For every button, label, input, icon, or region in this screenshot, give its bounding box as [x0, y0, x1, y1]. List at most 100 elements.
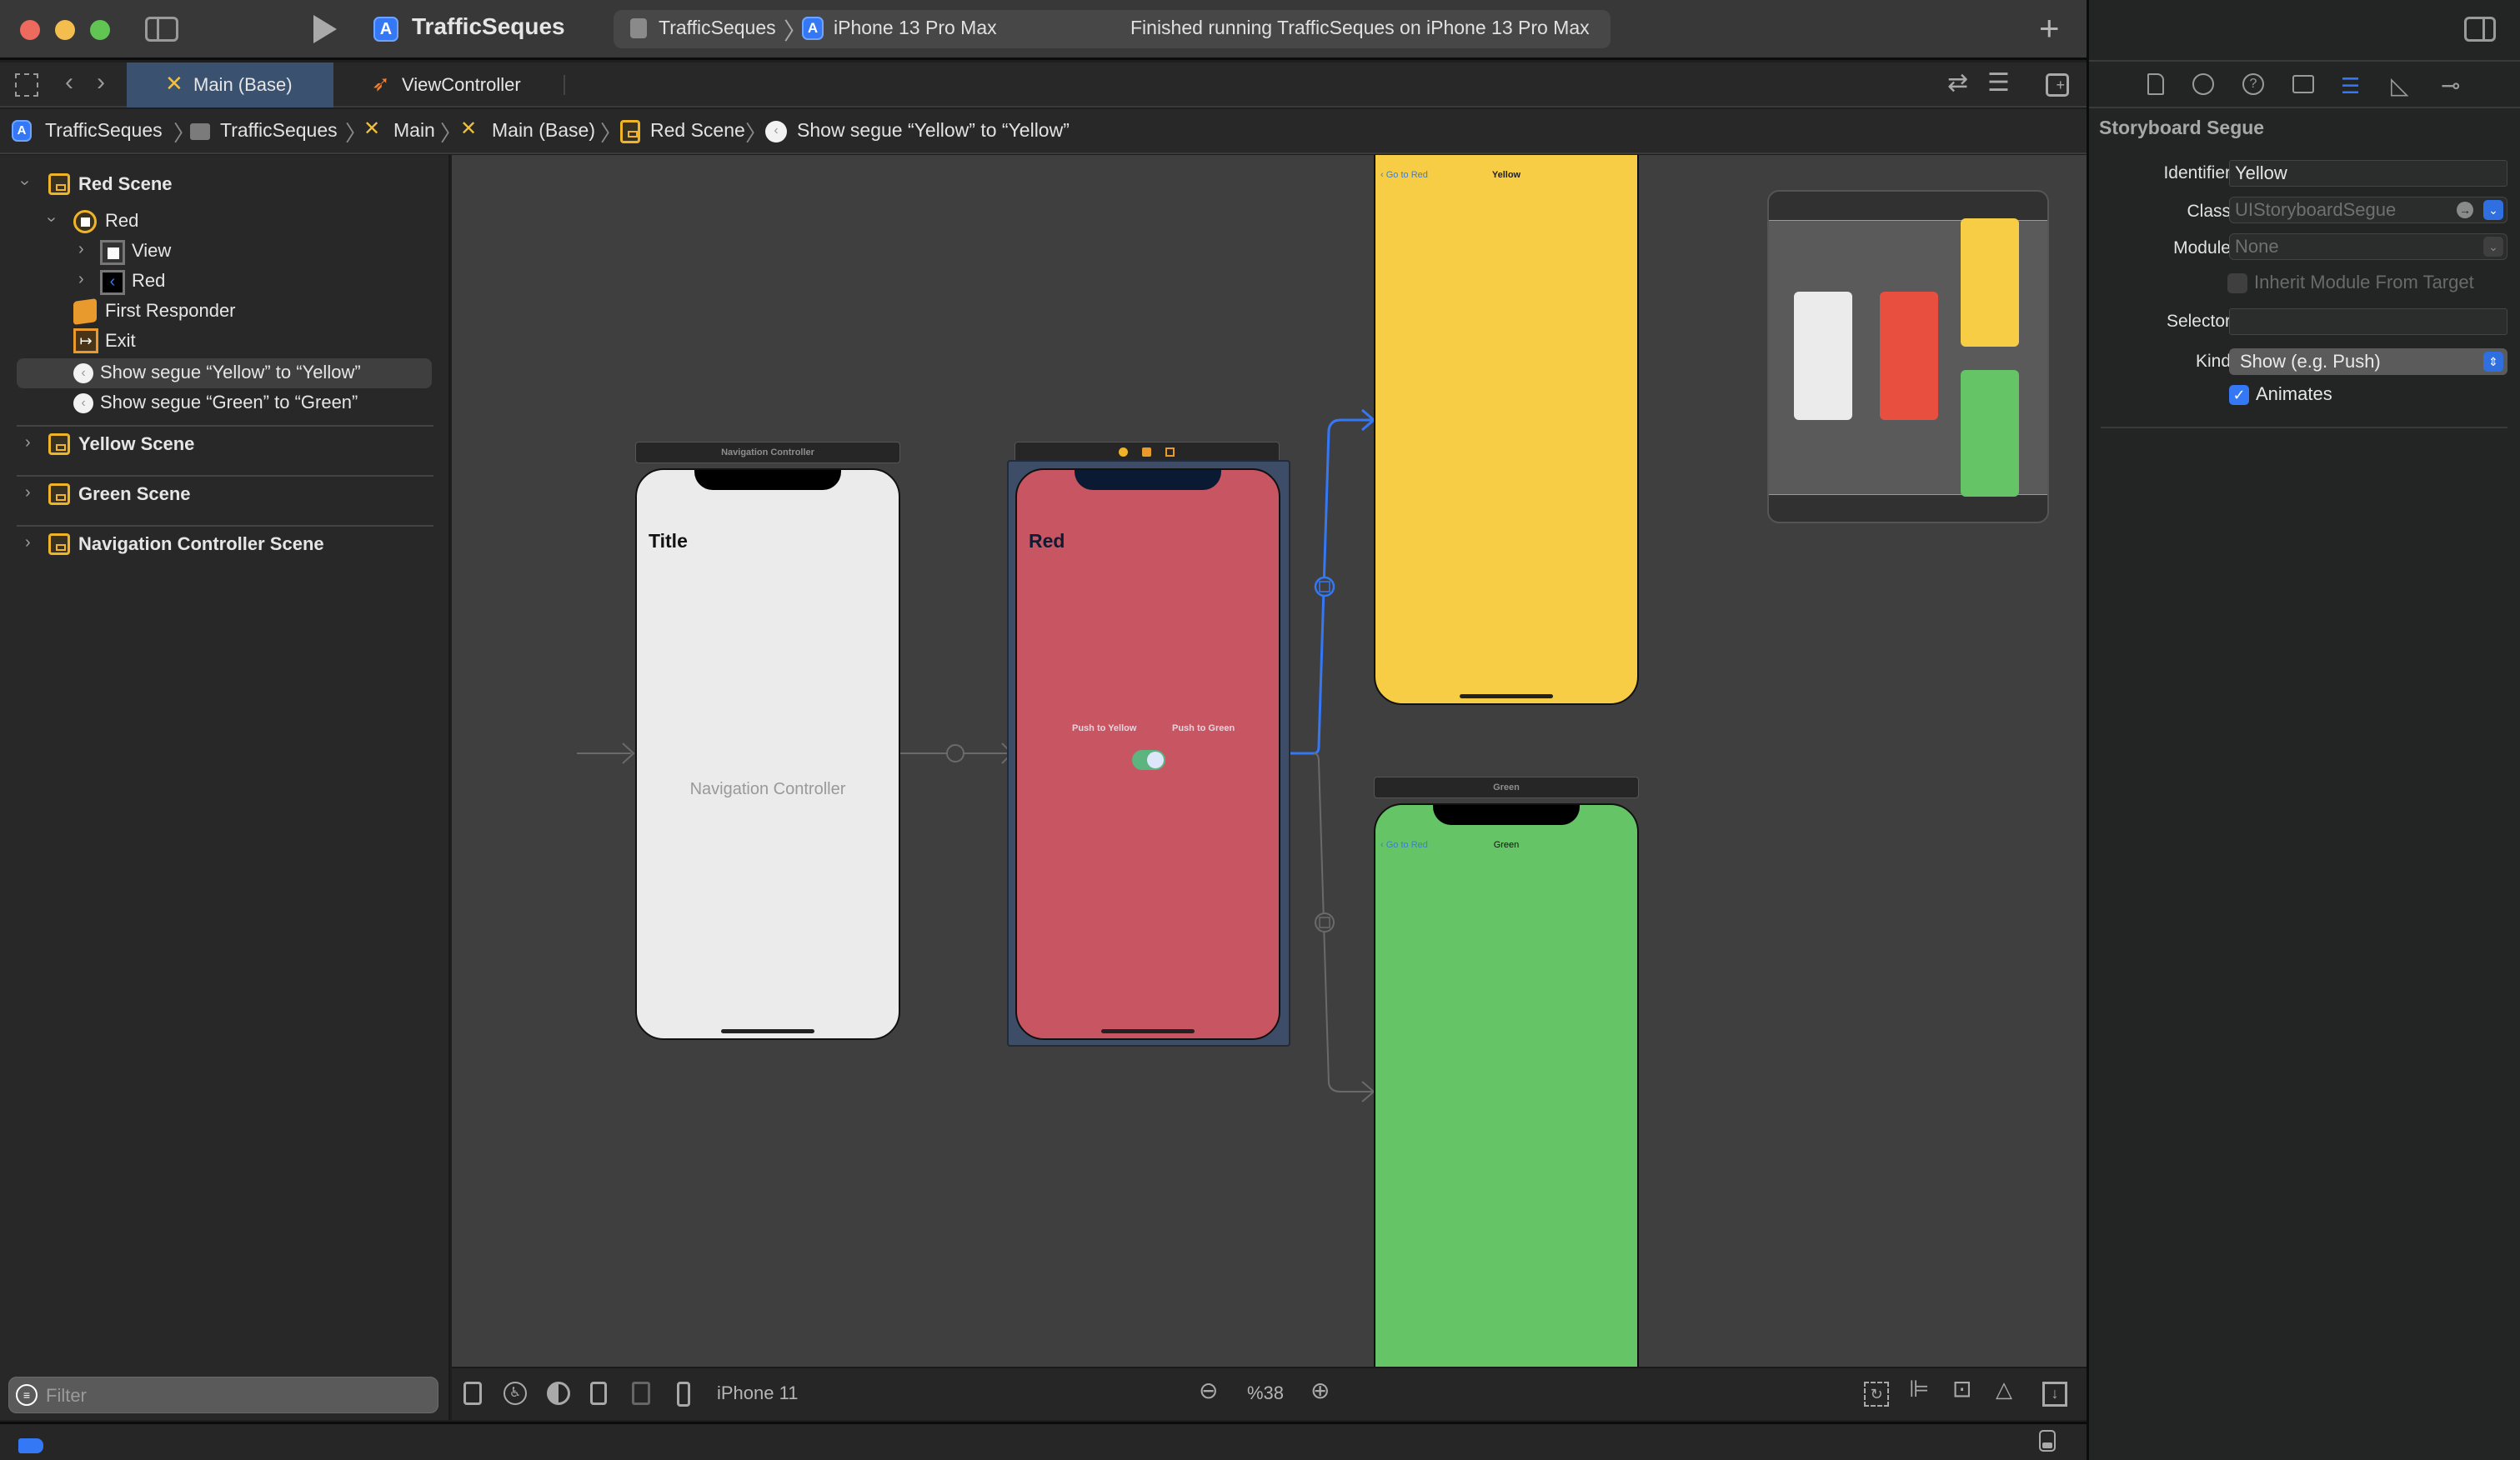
editor-options-icon[interactable]: ☰	[1987, 68, 2010, 98]
identifier-field[interactable]: Yellow	[2229, 160, 2507, 187]
folder-icon	[190, 123, 210, 140]
disclosure-closed-icon[interactable]: ›	[25, 533, 31, 552]
related-items-icon[interactable]	[15, 73, 38, 97]
first-responder-dock-icon[interactable]	[1142, 448, 1151, 457]
outline-row-yellow-scene[interactable]: › Yellow Scene	[0, 430, 450, 460]
align-icon[interactable]: ⊫	[1909, 1375, 1929, 1402]
orientation-icon[interactable]	[590, 1382, 607, 1405]
zoom-window-button[interactable]	[90, 20, 110, 40]
embed-in-icon[interactable]: ↓	[2042, 1382, 2067, 1407]
update-frames-icon[interactable]: ↻	[1864, 1382, 1889, 1407]
outline-row-segue-yellow[interactable]: ‹ Show segue “Yellow” to “Yellow”	[17, 358, 432, 388]
close-window-button[interactable]	[20, 20, 40, 40]
green-scene[interactable]: ‹ Go to Red Green	[1374, 803, 1639, 1367]
attributes-inspector-icon[interactable]: ☰	[2341, 73, 2360, 99]
zoom-level[interactable]: %38	[1247, 1382, 1284, 1404]
outline-row-navigation-item[interactable]: › ‹ Red	[0, 267, 450, 297]
animates-checkbox[interactable]: ✓	[2229, 385, 2249, 405]
swap-editor-icon[interactable]: ⇄	[1947, 68, 1968, 98]
outline-toggle-icon[interactable]	[463, 1382, 482, 1405]
breadcrumb-item-main[interactable]: Main	[393, 119, 435, 142]
zoom-in-icon[interactable]: ⊕	[1310, 1377, 1330, 1404]
outline-row-red-vc[interactable]: › Red	[0, 207, 450, 237]
view-controller-icon	[73, 210, 97, 233]
inherit-module-checkbox[interactable]	[2227, 273, 2247, 293]
disclosure-closed-icon[interactable]: ›	[25, 483, 31, 502]
breadcrumb-item-main-base[interactable]: Main (Base)	[492, 119, 595, 142]
outline-row-view[interactable]: › View	[0, 237, 450, 267]
disclosure-closed-icon[interactable]: ›	[78, 270, 84, 289]
canvas-minimap[interactable]	[1767, 190, 2049, 523]
minimize-window-button[interactable]	[55, 20, 75, 40]
navigate-to-class-icon[interactable]: →	[2457, 202, 2473, 218]
disclosure-closed-icon[interactable]: ›	[78, 240, 84, 259]
kind-popup-arrows-icon[interactable]: ⇕	[2483, 352, 2503, 372]
outline-row-red-scene[interactable]: › Red Scene	[0, 170, 450, 200]
outline-row-nav-controller-scene[interactable]: › Navigation Controller Scene	[0, 530, 450, 560]
add-constraints-icon[interactable]: ⊡	[1952, 1375, 1971, 1402]
module-dropdown-icon[interactable]: ⌄	[2483, 237, 2503, 257]
forward-nav-icon[interactable]: ›	[97, 68, 105, 97]
storyboard-icon: ✕	[460, 118, 478, 140]
scheme-selector[interactable]: TrafficSeques	[659, 17, 776, 39]
outline-label: Show segue “Yellow” to “Yellow”	[100, 362, 361, 382]
red-scene[interactable]: Red Push to Yellow Push to Green	[1015, 468, 1280, 1040]
add-editor-icon[interactable]: +	[2046, 73, 2069, 97]
push-to-green-button[interactable]: Push to Green	[1172, 723, 1235, 733]
zoom-out-icon[interactable]: ⊖	[1199, 1377, 1218, 1404]
home-indicator	[1101, 1029, 1195, 1033]
outline-row-exit[interactable]: ↦ Exit	[0, 327, 450, 357]
disclosure-open-icon[interactable]: ›	[15, 180, 34, 186]
device-selector[interactable]: iPhone 11	[717, 1382, 798, 1404]
breakpoints-toggle-icon[interactable]	[18, 1438, 43, 1453]
toggle-debug-area-icon[interactable]	[2039, 1430, 2056, 1452]
outline-row-segue-green[interactable]: ‹ Show segue “Green” to “Green”	[0, 388, 450, 418]
size-classes-icon[interactable]	[632, 1382, 650, 1405]
file-inspector-icon[interactable]	[2147, 73, 2164, 95]
exit-dock-icon[interactable]	[1165, 448, 1175, 457]
yellow-scene[interactable]: ‹ Go to Red Yellow	[1374, 155, 1639, 705]
accessibility-icon[interactable]: ♿	[503, 1382, 527, 1405]
history-inspector-icon[interactable]	[2192, 73, 2214, 95]
resolve-issues-icon[interactable]: △	[1996, 1377, 2012, 1402]
module-field[interactable]: None ⌄	[2229, 233, 2507, 260]
selector-field[interactable]	[2229, 308, 2507, 335]
storyboard-icon: ✕	[363, 118, 381, 140]
outline-row-first-responder[interactable]: First Responder	[0, 297, 450, 327]
storyboard-canvas[interactable]: Navigation Controller Title Navigation C…	[452, 155, 2087, 1367]
tab-main-base[interactable]: ✕ Main (Base)	[127, 62, 333, 108]
toggle-navigator-icon[interactable]	[145, 17, 178, 42]
tab-viewcontroller[interactable]: ➶ ViewController	[333, 62, 567, 108]
scheme-icon	[630, 18, 647, 38]
class-dropdown-icon[interactable]: ⌄	[2483, 200, 2503, 220]
connections-inspector-icon[interactable]: ⊸	[2441, 72, 2460, 99]
disclosure-closed-icon[interactable]: ›	[25, 433, 31, 452]
green-scene-bar[interactable]: Green	[1374, 777, 1639, 798]
appearance-icon[interactable]	[547, 1382, 570, 1405]
class-field[interactable]: UIStoryboardSegue → ⌄	[2229, 197, 2507, 223]
toggle-switch[interactable]	[1132, 750, 1165, 770]
identity-inspector-icon[interactable]	[2292, 75, 2314, 93]
back-nav-icon[interactable]: ‹	[65, 68, 73, 97]
breadcrumb-item-segue[interactable]: Show segue “Yellow” to “Yellow”	[797, 119, 1070, 142]
help-inspector-icon[interactable]: ?	[2242, 73, 2264, 95]
destination-selector[interactable]: iPhone 13 Pro Max	[834, 17, 997, 39]
vc-dock-icon[interactable]	[1119, 448, 1128, 457]
nav-controller-scene-bar[interactable]: Navigation Controller	[635, 442, 900, 463]
breadcrumb-item-group[interactable]: TrafficSeques	[220, 119, 338, 142]
breadcrumb-item-red-scene[interactable]: Red Scene	[650, 119, 745, 142]
device-icon[interactable]	[677, 1382, 690, 1407]
scene-icon	[48, 483, 70, 505]
push-to-yellow-button[interactable]: Push to Yellow	[1072, 723, 1136, 733]
toggle-inspector-icon[interactable]	[2464, 17, 2496, 42]
disclosure-open-icon[interactable]: ›	[42, 217, 61, 222]
nav-title: Yellow	[1491, 170, 1521, 180]
size-inspector-icon[interactable]: ◺	[2391, 72, 2409, 99]
outline-filter-field[interactable]: ≡ Filter	[8, 1377, 438, 1413]
run-button[interactable]	[313, 15, 337, 43]
outline-row-green-scene[interactable]: › Green Scene	[0, 480, 450, 510]
breadcrumb-item-project[interactable]: TrafficSeques	[45, 119, 163, 142]
add-library-button[interactable]: +	[2039, 8, 2060, 48]
kind-popup[interactable]: Show (e.g. Push) ⇕	[2229, 348, 2507, 375]
nav-controller-scene[interactable]: Title Navigation Controller	[635, 468, 900, 1040]
